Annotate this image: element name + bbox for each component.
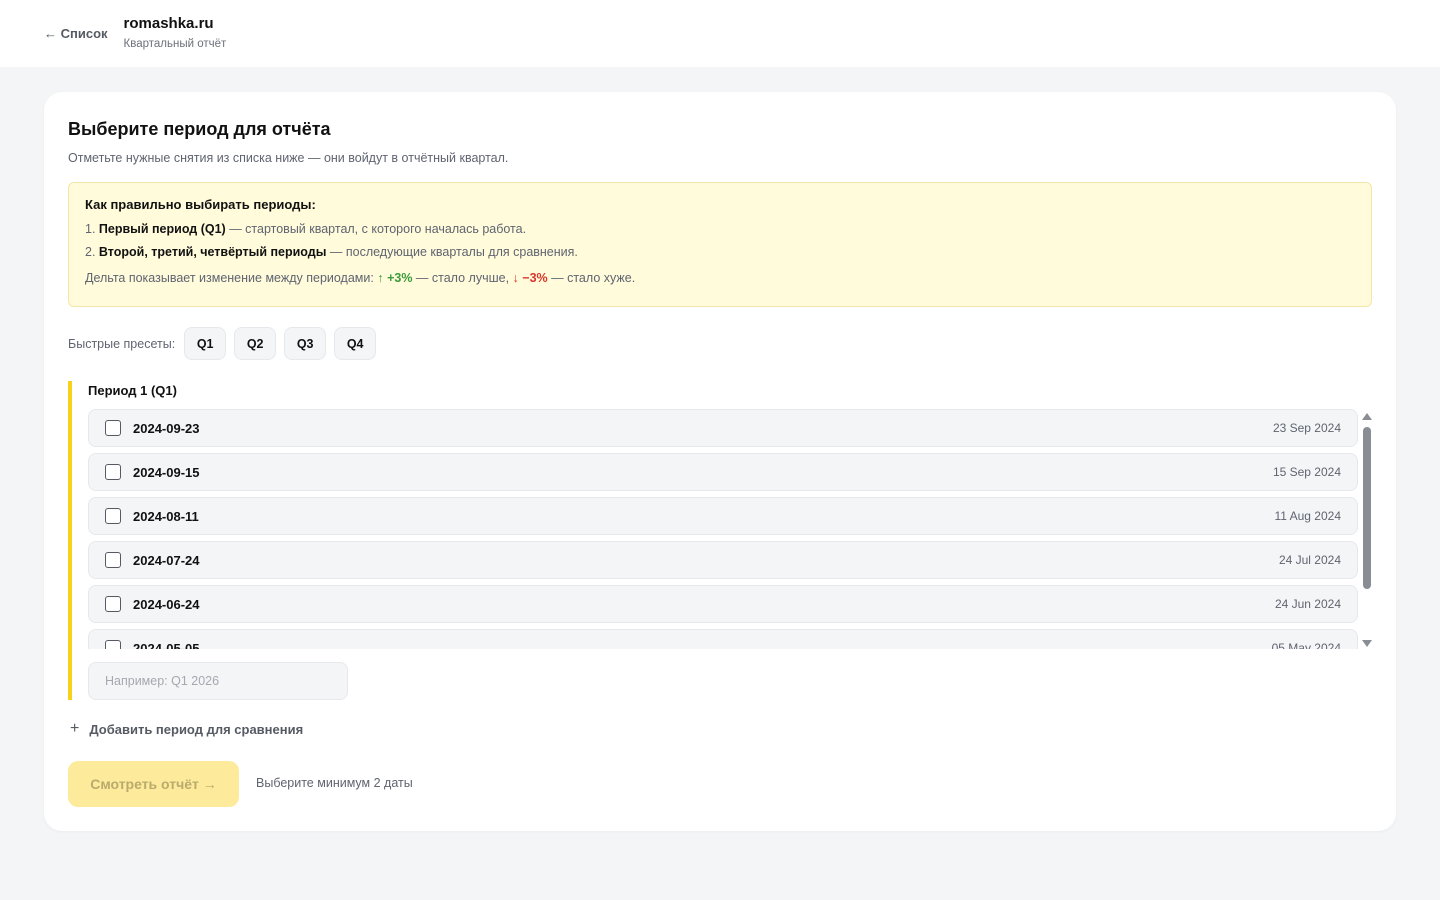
hint-box: Как правильно выбирать периоды: 1. Первы… (68, 182, 1372, 307)
date-row[interactable]: 2024-07-24 24 Jul 2024 (88, 541, 1358, 579)
date-value: 2024-08-11 (133, 508, 199, 524)
site-subtitle: Квартальный отчёт (123, 38, 227, 50)
hint-line-2-text: — последующие кварталы для сравнения. (329, 245, 578, 259)
date-value: 2024-09-23 (133, 420, 200, 436)
date-checkbox[interactable] (105, 596, 121, 612)
date-checkbox[interactable] (105, 508, 121, 524)
date-checkbox[interactable] (105, 640, 121, 649)
preset-q3-button[interactable]: Q3 (284, 327, 327, 360)
hint-line-2-bold: Второй, третий, четвёртый периоды (98, 245, 327, 259)
add-period-label: Добавить период для сравнения (89, 721, 304, 737)
preset-q2-button[interactable]: Q2 (234, 327, 277, 360)
date-value: 2024-05-05 (133, 640, 200, 650)
submit-requirement-note: Выберите минимум 2 даты (256, 776, 413, 790)
scroll-down-arrow-icon[interactable] (1362, 640, 1372, 647)
date-human: 15 Sep 2024 (1272, 465, 1341, 479)
date-human: 24 Jul 2024 (1278, 553, 1341, 567)
scroll-up-arrow-icon[interactable] (1362, 413, 1372, 420)
date-value: 2024-07-24 (133, 552, 200, 568)
hint-line-2: 2. Второй, третий, четвёртый периоды — п… (85, 245, 1355, 259)
hint-line-1-bold: Первый период (Q1) (98, 222, 226, 236)
top-bar: ← Список romashka.ru Квартальный отчёт (0, 0, 1440, 67)
delta-up-text: — стало лучше, (415, 271, 510, 285)
date-row[interactable]: 2024-09-15 15 Sep 2024 (88, 453, 1358, 491)
preset-q4-button[interactable]: Q4 (334, 327, 377, 360)
hint-line-1: 1. Первый период (Q1) — стартовый кварта… (85, 222, 1355, 236)
plus-icon: + (70, 720, 80, 737)
delta-down-text: — стало хуже. (551, 271, 636, 285)
date-human: 24 Jun 2024 (1274, 597, 1341, 611)
date-checkbox[interactable] (105, 552, 121, 568)
preset-q1-button[interactable]: Q1 (184, 327, 227, 360)
back-to-list-link[interactable]: ← Список (44, 26, 108, 41)
report-period-card: Выберите период для отчёта Отметьте нужн… (44, 92, 1396, 831)
hint-line-1-text: — стартовый квартал, с которого началась… (229, 222, 527, 236)
hint-line-2-number: 2. (85, 245, 96, 259)
date-row[interactable]: 2024-09-23 23 Sep 2024 (88, 409, 1358, 447)
date-human: 11 Aug 2024 (1274, 509, 1341, 523)
presets-label: Быстрые пресеты: (68, 336, 176, 351)
date-row[interactable]: 2024-08-11 11 Aug 2024 (88, 497, 1358, 535)
delta-up-badge: ↑ +3% (377, 271, 413, 285)
date-row[interactable]: 2024-06-24 24 Jun 2024 (88, 585, 1358, 623)
date-checkbox[interactable] (105, 420, 121, 436)
hint-delta-line: Дельта показывает изменение между период… (85, 271, 1355, 285)
period-name-input[interactable] (88, 662, 348, 700)
page-subtitle: Отметьте нужные снятия из списка ниже — … (68, 151, 509, 165)
site-title: romashka.ru (123, 15, 214, 32)
page-title: Выберите период для отчёта (68, 119, 331, 139)
delta-down-badge: ↓ −3% (512, 271, 548, 285)
hint-line-1-number: 1. (85, 222, 96, 236)
date-checkbox[interactable] (105, 464, 121, 480)
date-list[interactable]: 2024-09-23 23 Sep 2024 2024-09-15 15 Sep… (88, 409, 1358, 649)
quick-presets: Быстрые пресеты: Q1 Q2 Q3 Q4 (68, 327, 384, 360)
site-info: romashka.ru Квартальный отчёт (124, 14, 227, 50)
add-period-button[interactable]: + Добавить период для сравнения (68, 720, 303, 738)
date-value: 2024-06-24 (133, 596, 200, 612)
date-row[interactable]: 2024-05-05 05 May 2024 (88, 629, 1358, 649)
date-list-scrollbar[interactable] (1362, 413, 1372, 647)
period-1-section: Период 1 (Q1) 2024-09-23 23 Sep 2024 202… (68, 381, 1372, 700)
delta-prefix: Дельта показывает изменение между период… (85, 271, 374, 285)
date-human: 05 May 2024 (1271, 641, 1341, 649)
date-human: 23 Sep 2024 (1272, 421, 1341, 435)
period-title: Период 1 (Q1) (88, 383, 177, 398)
scroll-thumb[interactable] (1363, 427, 1371, 589)
date-value: 2024-09-15 (133, 464, 200, 480)
hint-title: Как правильно выбирать периоды: (85, 197, 316, 212)
view-report-button[interactable]: Смотреть отчёт → (68, 761, 239, 807)
